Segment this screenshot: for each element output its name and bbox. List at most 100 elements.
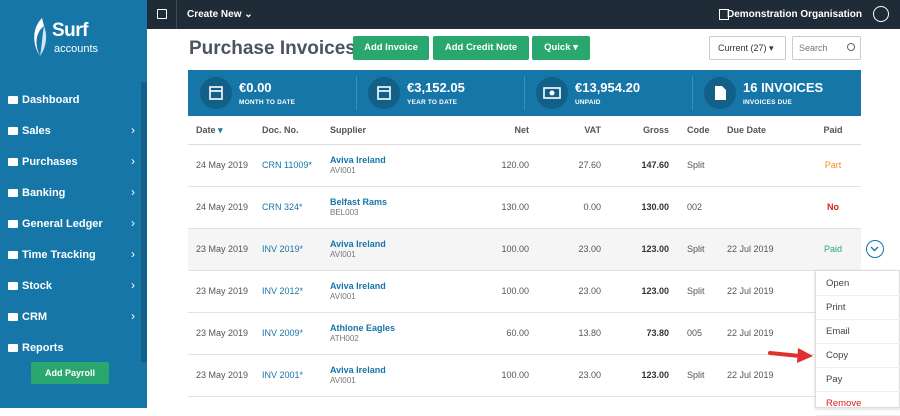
create-new-label: Create New [187,9,242,20]
cell-date: 23 May 2019 [188,228,258,271]
cell-vat: 13.80 [533,312,605,355]
row-context-menu: Open Print Email Copy Pay Remove [815,270,900,416]
create-new-menu[interactable]: Create New ⌄ [187,9,253,20]
cell-date: 23 May 2019 [188,354,258,397]
menu-item-pay[interactable]: Pay [816,368,900,392]
stats-bar: €0.00 MONTH TO DATE €3,152.05 YEAR TO DA… [188,70,861,116]
quick-menu-button[interactable]: Quick ▾ [532,36,590,60]
cell-vat: 23.00 [533,228,605,271]
table-row[interactable]: 24 May 2019 CRN 11009* Aviva Ireland AVI001… [188,144,861,187]
cell-supplier: Aviva Ireland AVI001 [326,270,466,313]
sidebar-item-dashboard[interactable]: Dashboard [0,86,147,114]
supplier-code: AVI001 [330,250,356,259]
supplier-link[interactable]: Aviva Ireland [330,281,462,291]
add-payroll-button[interactable]: Add Payroll [31,362,109,384]
supplier-code: AVI001 [330,292,356,301]
table-row[interactable]: 23 May 2019 INV 2001* Aviva Ireland AVI001 1… [188,354,861,397]
sidebar-item-label: Sales [22,125,51,137]
search-icon[interactable] [847,43,855,51]
doc-number-link[interactable]: INV 2001* [258,354,326,397]
table-icon [7,342,19,354]
menu-item-copy[interactable]: Copy [816,344,900,368]
calendar-icon [368,77,400,109]
col-code-header[interactable]: Code [673,117,723,145]
sidebar-item-label: General Ledger [22,218,103,230]
col-doc-header[interactable]: Doc. No. [258,117,326,145]
stat-invoices-due: 16 INVOICES INVOICES DUE [692,70,861,116]
sidebar-item-banking[interactable]: Banking › [0,179,147,207]
brand-name: Surf [52,20,89,41]
menu-item-print[interactable]: Print [816,296,900,320]
organisation-name[interactable]: Demonstration Organisation [727,9,862,20]
sidebar-item-stock[interactable]: Stock › [0,272,147,300]
doc-number-link[interactable]: CRN 324* [258,186,326,229]
stat-label: YEAR TO DATE [407,99,458,106]
supplier-link[interactable]: Belfast Rams [330,197,462,207]
supplier-link[interactable]: Aviva Ireland [330,365,462,375]
cell-net: 60.00 [466,312,533,355]
calendar-icon [200,77,232,109]
surf-logo[interactable]: Surf accounts [30,18,130,62]
cell-date: 23 May 2019 [188,270,258,313]
col-due-header[interactable]: Due Date [723,117,805,145]
table-row[interactable]: 23 May 2019 INV 2019* Aviva Ireland AVI001 1… [188,228,861,271]
supplier-link[interactable]: Aviva Ireland [330,155,462,165]
sidebar-item-purchases[interactable]: Purchases › [0,148,147,176]
filter-label: Current (27) [718,43,767,53]
doc-number-link[interactable]: INV 2019* [258,228,326,271]
row-expand-button[interactable] [866,240,884,258]
doc-number-link[interactable]: CRN 11009* [258,144,326,187]
ledger-icon [7,218,19,230]
col-net-header[interactable]: Net [466,117,533,145]
filter-select[interactable]: Current (27) ▾ [709,36,786,60]
stat-label: INVOICES DUE [743,99,792,106]
cell-gross: 123.00 [605,270,673,313]
cell-due-date [723,144,805,187]
chevron-down-icon [870,246,879,252]
chevron-right-icon: › [131,123,135,137]
menu-item-remove[interactable]: Remove [816,392,900,416]
col-date-header[interactable]: Date ▾ [188,117,258,145]
dashboard-icon [7,94,19,106]
doc-number-link[interactable]: INV 2009* [258,312,326,355]
sidebar: Surf accounts Dashboard Sales › Purchases › B… [0,0,147,408]
add-invoice-button[interactable]: Add Invoice [353,36,429,60]
topbar-divider [176,0,177,29]
user-avatar-icon[interactable] [873,6,889,22]
sidebar-item-crm[interactable]: CRM › [0,303,147,331]
cell-paid-status: Paid [805,228,861,271]
cell-code: Split [673,144,723,187]
add-credit-note-button[interactable]: Add Credit Note [433,36,529,60]
expand-menu-icon[interactable] [157,9,167,19]
table-row[interactable]: 23 May 2019 INV 2009* Athlone Eagles ATH002… [188,312,861,355]
menu-item-email[interactable]: Email [816,320,900,344]
caret-down-icon: ▾ [573,42,578,53]
cell-code: 002 [673,186,723,229]
sidebar-item-label: Banking [22,187,66,199]
menu-item-open[interactable]: Open [816,272,900,296]
col-vat-header[interactable]: VAT [533,117,605,145]
sidebar-item-reports[interactable]: Reports [0,334,147,362]
table-row[interactable]: 24 May 2019 CRN 324* Belfast Rams BEL003 130… [188,186,861,229]
chevron-right-icon: › [131,247,135,261]
top-bar: Create New ⌄ Demonstration Organisation [147,0,900,29]
brand-tagline: accounts [54,43,99,55]
col-gross-header[interactable]: Gross [605,117,673,145]
sidebar-item-time-tracking[interactable]: Time Tracking › [0,241,147,269]
supplier-link[interactable]: Athlone Eagles [330,323,462,333]
supplier-link[interactable]: Aviva Ireland [330,239,462,249]
cell-net: 120.00 [466,144,533,187]
sidebar-item-label: Dashboard [22,94,80,106]
table-row[interactable]: 23 May 2019 INV 2012* Aviva Ireland AVI001 1… [188,270,861,313]
sidebar-item-general-ledger[interactable]: General Ledger › [0,210,147,238]
cell-vat: 27.60 [533,144,605,187]
stat-value: €3,152.05 [407,80,465,95]
supplier-code: AVI001 [330,166,356,175]
chevron-down-icon: ⌄ [244,9,253,20]
col-paid-header[interactable]: Paid [805,117,861,145]
stat-year-to-date: €3,152.05 YEAR TO DATE [356,70,524,116]
sidebar-item-sales[interactable]: Sales › [0,117,147,145]
col-supplier-header[interactable]: Supplier [326,117,466,145]
cell-gross: 73.80 [605,312,673,355]
doc-number-link[interactable]: INV 2012* [258,270,326,313]
